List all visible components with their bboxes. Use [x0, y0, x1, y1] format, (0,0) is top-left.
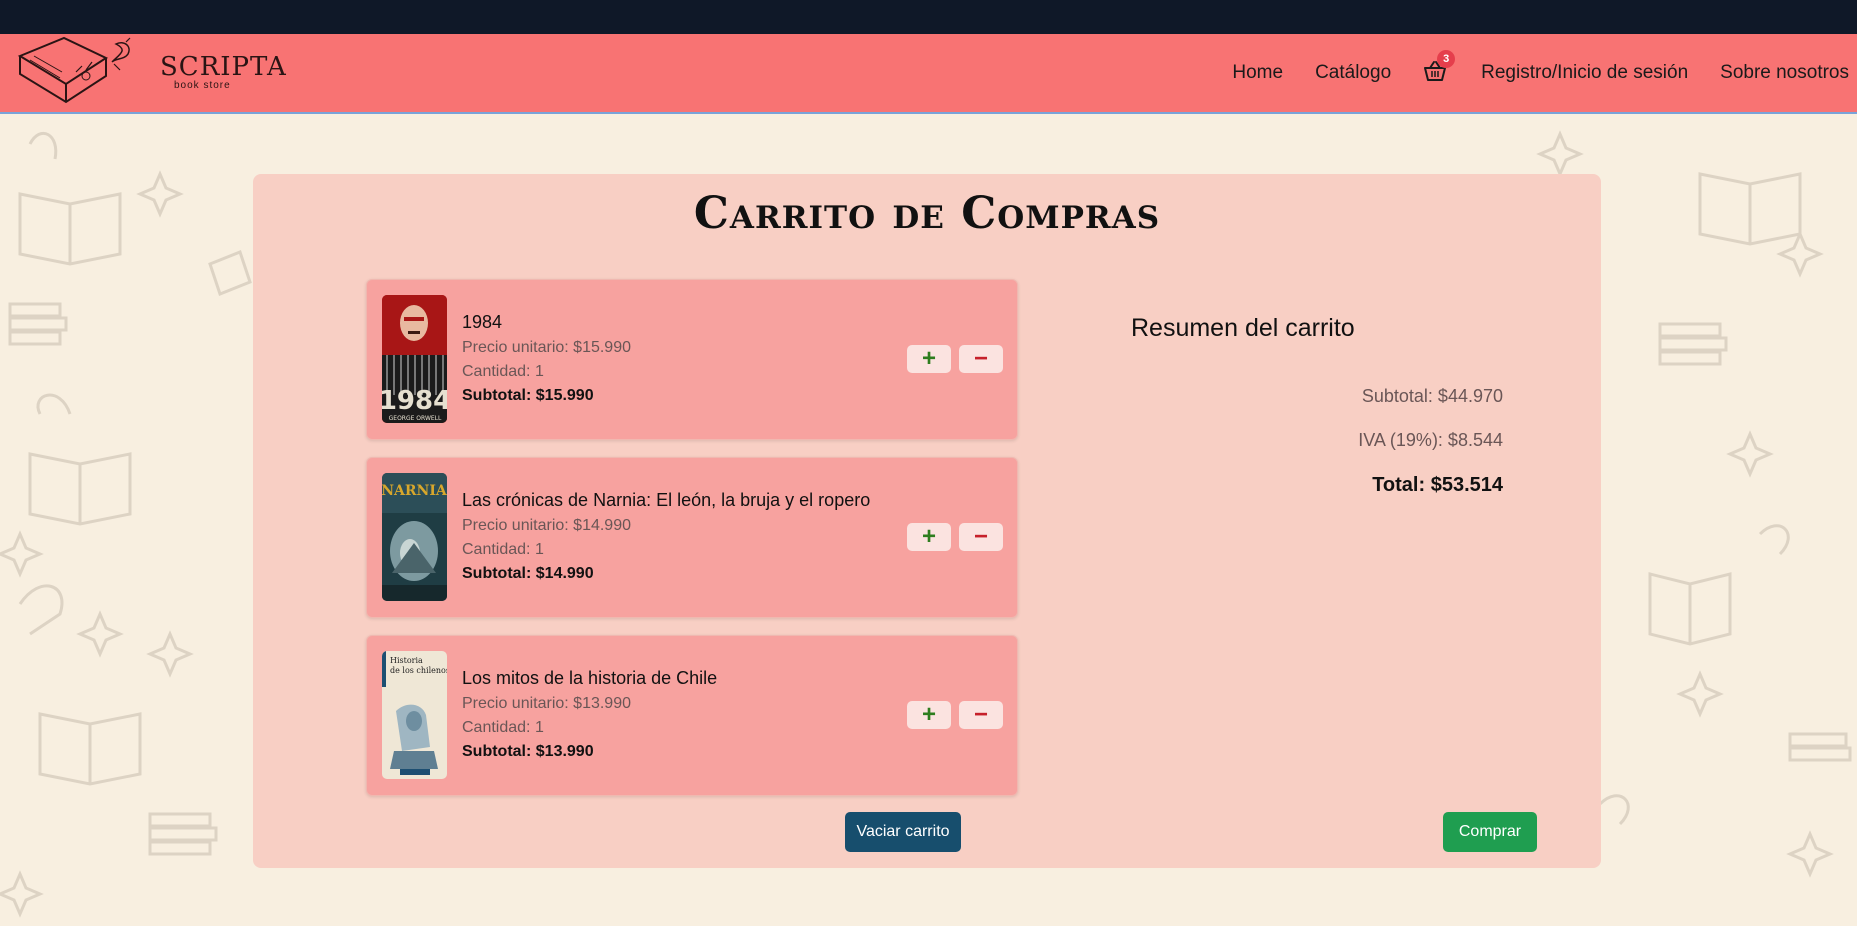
decrease-quantity-button[interactable]: − [959, 345, 1003, 373]
nav-cart-link[interactable]: 3 [1423, 50, 1456, 86]
item-info: 1984 Precio unitario: $15.990 Cantidad: … [462, 312, 631, 405]
summary-total: Total: $53.514 [1372, 474, 1503, 496]
brand-name: SCRIPTA [160, 52, 287, 82]
cart-count-badge: 3 [1437, 50, 1456, 68]
decrease-quantity-button[interactable]: − [959, 701, 1003, 729]
navbar: SCRIPTA book store Home Catálogo 3 Regis… [0, 34, 1857, 114]
cover-title-text-2: de los chilenos [390, 666, 447, 675]
item-subtotal: Subtotal: $14.990 [462, 565, 594, 582]
item-quantity: Cantidad: 1 [462, 719, 544, 736]
cover-author-text: GEORGE ORWELL [389, 415, 442, 422]
quantity-controls: + − [899, 701, 1003, 729]
summary-iva: IVA (19%): $8.544 [1358, 430, 1503, 450]
item-title: 1984 [462, 312, 503, 332]
increase-quantity-button[interactable]: + [907, 701, 951, 729]
book-cover-image: Historia de los chilenos [382, 651, 447, 779]
cart-item: NARNIA Las crónicas de Narnia: El león, … [366, 457, 1018, 618]
increase-quantity-button[interactable]: + [907, 523, 951, 551]
clear-cart-button[interactable]: Vaciar carrito [845, 812, 961, 852]
browser-top-bar [0, 0, 1857, 34]
nav-home-link[interactable]: Home [1232, 62, 1283, 84]
item-quantity: Cantidad: 1 [462, 541, 544, 558]
item-quantity: Cantidad: 1 [462, 363, 544, 380]
book-logo-icon [17, 36, 131, 104]
item-info: Los mitos de la historia de Chile Precio… [462, 668, 717, 761]
brand-tagline: book store [174, 80, 231, 91]
summary-subtotal: Subtotal: $44.970 [1361, 386, 1503, 406]
page-title: Carrito de Compras [693, 188, 1161, 239]
book-cover-image: NARNIA [382, 473, 447, 601]
item-unit-price: Precio unitario: $15.990 [462, 339, 631, 356]
item-info: Las crónicas de Narnia: El león, la bruj… [462, 490, 870, 583]
decrease-quantity-button[interactable]: − [959, 523, 1003, 551]
nav-about-link[interactable]: Sobre nosotros [1720, 62, 1849, 84]
cart-panel: Carrito de Compras 1984 GEORGE ORWELL 19… [253, 174, 1601, 868]
buy-button[interactable]: Comprar [1443, 812, 1537, 852]
nav-links: Home Catálogo 3 Registro/Inicio de sesió… [1200, 34, 1849, 112]
increase-quantity-button[interactable]: + [907, 345, 951, 373]
cover-title-text: Historia [390, 656, 423, 665]
cover-title-text: 1984 [382, 386, 447, 416]
cover-title-text: NARNIA [382, 483, 447, 499]
item-title: Los mitos de la historia de Chile [462, 668, 718, 688]
item-unit-price: Precio unitario: $13.990 [462, 695, 631, 712]
item-title: Las crónicas de Narnia: El león, la bruj… [462, 490, 871, 510]
cart-item: Historia de los chilenos Los mitos de la… [366, 635, 1018, 796]
summary-title: Resumen del carrito [1131, 314, 1355, 342]
item-unit-price: Precio unitario: $14.990 [462, 517, 631, 534]
item-subtotal: Subtotal: $13.990 [462, 743, 594, 760]
item-subtotal: Subtotal: $15.990 [462, 387, 594, 404]
cart-item: 1984 GEORGE ORWELL 1984 Precio unitario:… [366, 279, 1018, 440]
nav-login-link[interactable]: Registro/Inicio de sesión [1481, 62, 1688, 84]
book-cover-image: 1984 GEORGE ORWELL [382, 295, 447, 423]
nav-catalog-link[interactable]: Catálogo [1315, 62, 1391, 84]
brand-logo[interactable]: SCRIPTA book store [16, 36, 286, 110]
quantity-controls: + − [899, 345, 1003, 373]
quantity-controls: + − [899, 523, 1003, 551]
